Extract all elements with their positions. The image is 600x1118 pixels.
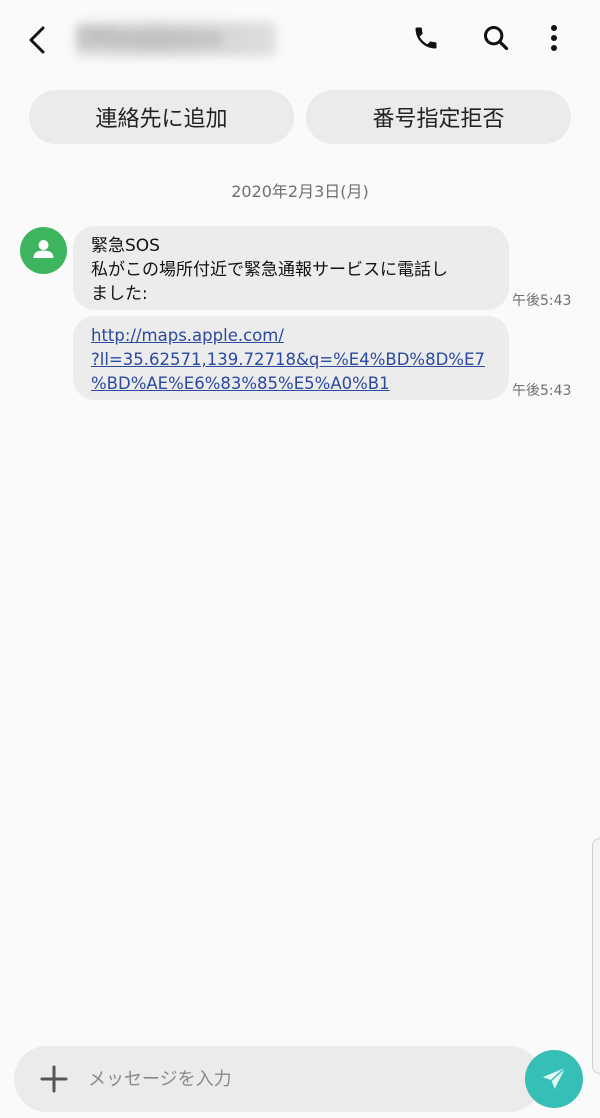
message-line: 私がこの場所付近で緊急通報サービスに電話し — [91, 260, 448, 280]
edge-panel-handle[interactable] — [592, 838, 600, 1074]
message-bubble-link: http://maps.apple.com/ ?ll=35.62571,139.… — [73, 316, 509, 400]
avatar[interactable] — [20, 227, 67, 274]
message-timestamp: 午後5:43 — [512, 293, 572, 309]
chevron-left-icon — [29, 26, 45, 54]
send-button[interactable] — [525, 1050, 583, 1108]
contact-name[interactable]: 090xxxxxxxx — [76, 22, 276, 56]
map-link[interactable]: %BD%AE%E6%83%85%E5%A0%B1 — [91, 372, 491, 396]
send-icon — [542, 1067, 566, 1089]
plus-icon — [40, 1065, 68, 1093]
message-bubble[interactable]: 緊急SOS 私がこの場所付近で緊急通報サービスに電話し ました: — [73, 226, 509, 310]
back-button[interactable] — [18, 20, 58, 60]
message-timestamp: 午後5:43 — [512, 383, 572, 399]
message-line: 緊急SOS — [91, 236, 160, 256]
call-button[interactable] — [406, 18, 446, 58]
map-link[interactable]: ?ll=35.62571,139.72718&q=%E4%BD%8D%E7 — [91, 348, 491, 372]
search-button[interactable] — [476, 18, 516, 58]
block-number-button[interactable]: 番号指定拒否 — [306, 90, 571, 144]
message-composer — [14, 1046, 542, 1112]
message-line: ました: — [91, 284, 148, 304]
message-input[interactable] — [86, 1058, 510, 1100]
attach-button[interactable] — [34, 1059, 74, 1099]
app-bar: 090xxxxxxxx — [0, 0, 600, 78]
add-to-contacts-button[interactable]: 連絡先に追加 — [29, 90, 294, 144]
date-separator: 2020年2月3日(月) — [231, 182, 369, 201]
phone-icon — [415, 27, 437, 49]
more-options-button[interactable] — [534, 18, 574, 58]
person-icon — [33, 240, 54, 258]
search-icon — [483, 25, 509, 51]
more-vertical-icon — [551, 25, 557, 51]
map-link[interactable]: http://maps.apple.com/ — [91, 324, 491, 348]
